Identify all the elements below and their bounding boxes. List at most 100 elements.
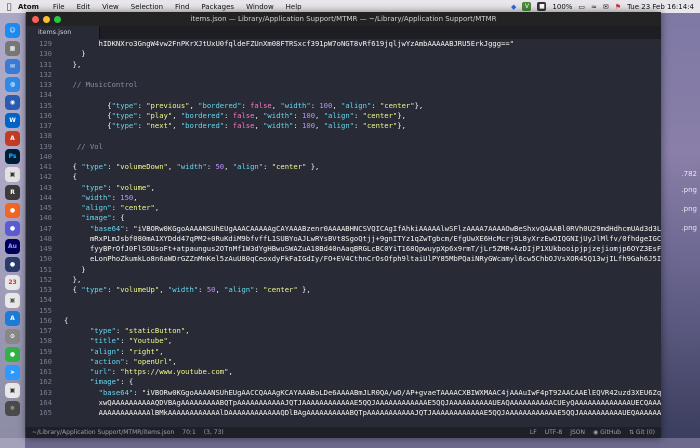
code-line[interactable]: 149 fyyBPrOfJ0FlSOUsoFt+atpaungus2OTnMf1… xyxy=(26,244,661,254)
calendar-icon[interactable]: 23 xyxy=(5,275,20,290)
code-line[interactable]: 133 // MusicControl xyxy=(26,80,661,90)
menu-selection[interactable]: Selection xyxy=(131,3,163,11)
code-line[interactable]: 143 "type": "volume", xyxy=(26,183,661,193)
line-number: 154 xyxy=(39,295,52,305)
telegram-icon[interactable]: ➤ xyxy=(5,365,20,380)
code-line[interactable]: 137 {"type": "next", "bordered": false, … xyxy=(26,121,661,131)
vpn-icon[interactable]: V xyxy=(522,2,532,11)
menubar-app-icon[interactable]: ■ xyxy=(537,2,547,11)
safari-icon[interactable]: ◍ xyxy=(5,77,20,92)
line-content: }, xyxy=(64,59,82,69)
code-line[interactable]: 147 "base64": "iVBORw0KGgoAAAANSUhEUgAAA… xyxy=(26,224,661,234)
datetime[interactable]: Tue 23 Feb 16:14:4 xyxy=(627,3,694,11)
code-line[interactable]: 145 "align": "center", xyxy=(26,203,661,213)
messenger-icon[interactable]: ● xyxy=(5,221,20,236)
launchpad-icon[interactable]: ▦ xyxy=(5,41,20,56)
code-line[interactable]: 162 "image": { xyxy=(26,377,661,387)
code-line[interactable]: 134 xyxy=(26,90,661,100)
window-titlebar[interactable]: items.json — Library/Application Support… xyxy=(26,12,661,26)
photoshop-icon[interactable]: Ps xyxy=(5,149,20,164)
bbedit-icon[interactable]: R xyxy=(5,185,20,200)
code-line[interactable]: 151 } xyxy=(26,265,661,275)
code-line[interactable]: 160 "action": "openUrl", xyxy=(26,357,661,367)
app-store-icon[interactable]: A xyxy=(5,311,20,326)
preview-icon[interactable]: ▣ xyxy=(5,383,20,398)
flag-icon[interactable]: ⚑ xyxy=(615,3,621,11)
code-line[interactable]: 132 xyxy=(26,70,661,80)
status-github[interactable]: ◉ GitHub xyxy=(593,429,621,436)
code-line[interactable]: 152 }, xyxy=(26,275,661,285)
status-file-path[interactable]: ~/Library/Application Support/MTMR/items… xyxy=(32,429,174,436)
system-preferences-icon[interactable]: ⚙ xyxy=(5,329,20,344)
line-number: 146 xyxy=(39,213,52,223)
desktop-file-label: .png xyxy=(681,224,697,232)
code-line[interactable]: 150 eLonPhoZkumkLo8n6aWDrGZZnMnKel5zAuU8… xyxy=(26,254,661,264)
code-line[interactable]: 148 mRxPLmJsbf080mA1XYDdd47qPM2+0RuKdiM9… xyxy=(26,234,661,244)
code-line[interactable]: 161 "url": "https://www.youtube.com", xyxy=(26,367,661,377)
line-number: 136 xyxy=(39,110,52,120)
tab-items-json[interactable]: items.json xyxy=(26,26,100,39)
menu-help[interactable]: Help xyxy=(286,3,302,11)
acrobat-icon[interactable]: A xyxy=(5,131,20,146)
battery-percentage[interactable]: 100% xyxy=(552,3,572,11)
code-line[interactable]: 144 "width": 150, xyxy=(26,193,661,203)
code-line[interactable]: 135 {"type": "previous", "bordered": fal… xyxy=(26,101,661,111)
word-icon[interactable]: W xyxy=(5,113,20,128)
menu-file[interactable]: File xyxy=(53,3,65,11)
app-orange-icon[interactable]: ● xyxy=(5,203,20,218)
app-gray-icon[interactable]: ▣ xyxy=(5,293,20,308)
line-number: 135 xyxy=(39,100,52,110)
messages-icon[interactable]: ● xyxy=(5,347,20,362)
code-line[interactable]: 142 { xyxy=(26,172,661,182)
menu-edit[interactable]: Edit xyxy=(77,3,91,11)
atom-icon[interactable]: ⚛ xyxy=(5,401,20,416)
menu-packages[interactable]: Packages xyxy=(201,3,234,11)
code-line[interactable]: 146 "image": { xyxy=(26,213,661,223)
code-line[interactable]: 158 "title": "Youtube", xyxy=(26,336,661,346)
menu-window[interactable]: Window xyxy=(246,3,274,11)
code-line[interactable]: 140 xyxy=(26,152,661,162)
wifi-icon[interactable]: ≈ xyxy=(591,3,597,11)
notifications-icon[interactable]: ✉ xyxy=(603,3,609,11)
mail-icon[interactable]: ✉ xyxy=(5,59,20,74)
code-line[interactable]: 138 xyxy=(26,131,661,141)
line-content: { "type": "volumeUp", "width": 50, "alig… xyxy=(64,285,311,294)
menu-app-name[interactable]: Atom xyxy=(18,3,39,11)
code-line[interactable]: 163 "base64": "iVBORw0KGgoAAAANSUhEUgAAC… xyxy=(26,388,661,398)
app-blue-icon[interactable]: ● xyxy=(5,257,20,272)
desktop-file-label: .png xyxy=(681,186,697,194)
audition-icon[interactable]: Au xyxy=(5,239,20,254)
desktop-file-label: .782 xyxy=(681,170,697,178)
apple-icon[interactable]:  xyxy=(0,2,18,11)
line-number: 141 xyxy=(39,162,52,171)
code-line[interactable]: 155 xyxy=(26,306,661,316)
code-line[interactable]: 165 AAAAAAAAAAAAlBMkAAAAAAAAAAAAlDAAAAAA… xyxy=(26,408,661,418)
code-line[interactable]: 154 xyxy=(26,295,661,305)
line-number: 143 xyxy=(39,182,52,192)
code-line[interactable]: 129 hIDKNXro3GngW4vw2FnPKrXJtUxU0fqldeFZ… xyxy=(26,39,661,49)
code-line[interactable]: 130 } xyxy=(26,49,661,59)
browser-icon[interactable]: ◉ xyxy=(5,95,20,110)
status-git[interactable]: ⇅ Git (0) xyxy=(629,429,655,436)
status-line-ending[interactable]: LF xyxy=(530,429,537,436)
git-icon: ⇅ xyxy=(628,429,634,436)
code-line[interactable]: 156 { xyxy=(26,316,661,326)
dropbox-icon[interactable]: ◆ xyxy=(511,3,516,11)
status-cursor-position[interactable]: 70:1 xyxy=(182,429,195,436)
code-line[interactable]: 131 }, xyxy=(26,60,661,70)
code-line[interactable]: 164 xwQAAAAAAAAAAQDVBAgAAAAAAAAABQTpAAAA… xyxy=(26,398,661,408)
code-line[interactable]: 153 { "type": "volumeUp", "width": 50, "… xyxy=(26,285,661,295)
code-line[interactable]: 141 { "type": "volumeDown", "width": 50,… xyxy=(26,162,661,172)
app-icon[interactable]: ▣ xyxy=(5,167,20,182)
code-editor[interactable]: 129 hIDKNXro3GngW4vw2FnPKrXJtUxU0fqldeFZ… xyxy=(26,39,661,427)
battery-icon[interactable]: ▭ xyxy=(578,3,585,11)
finder-icon[interactable]: ☺ xyxy=(5,23,20,38)
menu-find[interactable]: Find xyxy=(175,3,189,11)
status-encoding[interactable]: UTF-8 xyxy=(545,429,563,436)
code-line[interactable]: 136 {"type": "play", "bordered": false, … xyxy=(26,111,661,121)
status-grammar[interactable]: JSON xyxy=(570,429,585,436)
code-line[interactable]: 157 "type": "staticButton", xyxy=(26,326,661,336)
menu-view[interactable]: View xyxy=(102,3,119,11)
code-line[interactable]: 139 // Vol xyxy=(26,142,661,152)
code-line[interactable]: 159 "align": "right", xyxy=(26,347,661,357)
